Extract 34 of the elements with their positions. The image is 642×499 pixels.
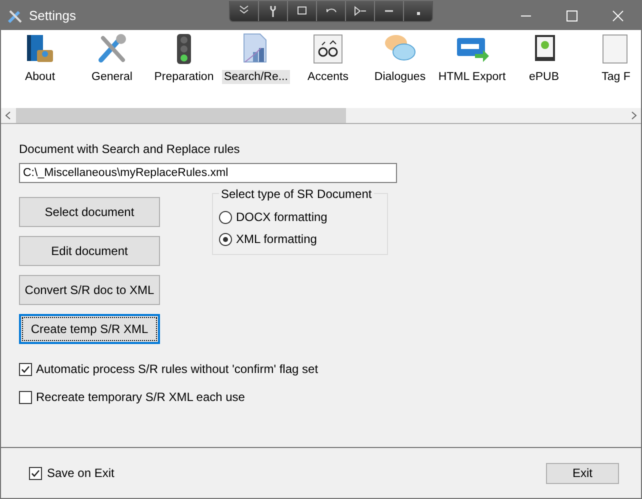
tools-icon <box>7 8 23 24</box>
group-title: Select type of SR Document <box>219 187 374 201</box>
tab[interactable]: ePUB <box>526 70 562 84</box>
tab[interactable]: Accents <box>306 70 350 84</box>
checkbox-label: Automatic process S/R rules without 'confirm' flag set <box>36 362 318 376</box>
checkbox-label: Save on Exit <box>47 466 114 480</box>
radio-button[interactable] <box>219 210 232 224</box>
tab[interactable]: Dialogues <box>372 70 428 84</box>
tab[interactable]: Preparation <box>152 70 216 84</box>
checkbox[interactable] <box>19 362 32 376</box>
tab[interactable]: Search/Re... <box>222 70 290 84</box>
checkbox[interactable] <box>29 466 42 480</box>
maximize-icon[interactable] <box>566 10 578 22</box>
checkbox-label: Recreate temporary S/R XML each use <box>36 390 245 404</box>
action-button[interactable]: Create temp S/R XML <box>19 314 160 344</box>
tab[interactable]: About <box>22 70 58 84</box>
horizontal-scrollbar[interactable] <box>1 108 641 124</box>
radio-button[interactable] <box>219 232 232 246</box>
close-icon[interactable] <box>612 10 624 22</box>
path-field[interactable]: C:\_Miscellaneous\myReplaceRules.xml <box>19 163 397 183</box>
tab[interactable]: HTML Export <box>436 70 508 84</box>
radio-label: DOCX formatting <box>236 210 328 224</box>
scrollbar-thumb[interactable] <box>16 108 346 123</box>
action-button[interactable]: Select document <box>19 197 160 227</box>
field-label: Document with Search and Replace rules <box>19 142 241 156</box>
tab[interactable]: Tag F <box>600 70 632 84</box>
letters-icon <box>311 32 345 66</box>
radio-label: XML formatting <box>236 232 317 246</box>
checkbox[interactable] <box>19 390 32 404</box>
action-button[interactable]: Convert S/R doc to XML <box>19 275 160 305</box>
action-button[interactable]: Edit document <box>19 236 160 266</box>
window-title: Settings <box>29 8 76 23</box>
exit-button[interactable]: Exit <box>546 462 619 484</box>
tab[interactable]: General <box>90 70 134 84</box>
